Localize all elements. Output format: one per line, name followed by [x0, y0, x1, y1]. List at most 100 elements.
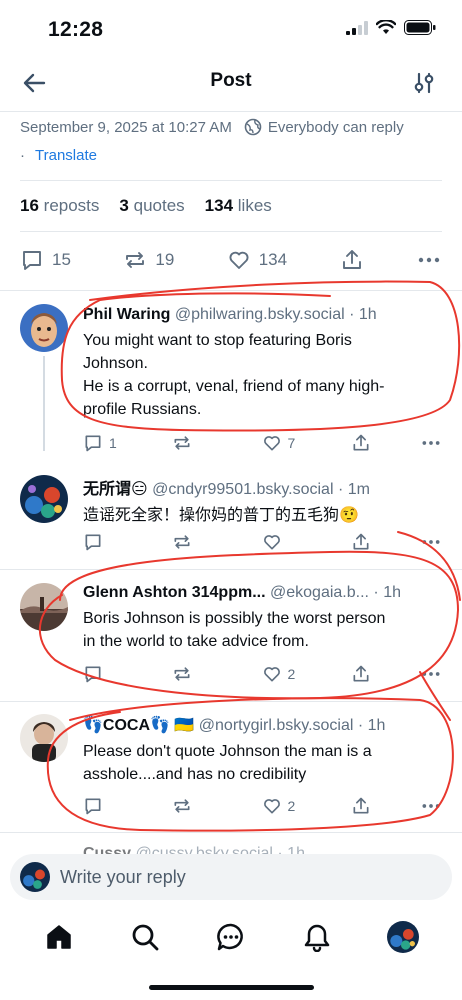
status-time: 12:28 — [48, 18, 104, 41]
reply-button[interactable]: 15 — [20, 248, 71, 272]
ellipsis-icon[interactable] — [420, 532, 442, 552]
bullet-separator: · — [20, 147, 25, 164]
battery-icon — [404, 20, 436, 35]
share-icon[interactable] — [351, 664, 371, 684]
quotes-stat[interactable]: 3 quotes — [119, 196, 184, 216]
tab-search[interactable] — [125, 917, 165, 957]
author-name[interactable]: Glenn Ashton 314ppm... — [83, 584, 266, 601]
tab-notifications[interactable] — [297, 917, 337, 957]
reply-composer[interactable]: Write your reply — [10, 854, 452, 900]
reply-button[interactable] — [83, 532, 123, 552]
repost-icon — [174, 667, 190, 681]
avatar[interactable] — [20, 304, 68, 352]
heart-icon — [263, 667, 280, 682]
reply-button[interactable]: 1 — [83, 433, 123, 453]
nav-divider — [0, 111, 462, 112]
author-handle[interactable]: @nortygirl.bsky.social · 1h — [199, 717, 386, 734]
reply-text: 造谣死全家！操你妈的普丁的五毛狗🤨 — [83, 507, 359, 524]
ellipsis-icon[interactable] — [420, 796, 442, 816]
reply-divider — [0, 569, 462, 570]
share-icon[interactable] — [351, 796, 371, 816]
ellipsis-icon[interactable] — [420, 433, 442, 453]
repost-icon — [174, 436, 190, 450]
globe-icon — [244, 118, 262, 136]
tab-chat[interactable] — [211, 917, 251, 957]
avatar[interactable] — [20, 583, 68, 631]
reply-input[interactable]: Write your reply — [60, 867, 186, 888]
avatar — [20, 862, 50, 892]
reply-button[interactable] — [83, 796, 123, 816]
author-handle[interactable]: @philwaring.bsky.social · 1h — [175, 306, 377, 323]
translate-link[interactable]: Translate — [35, 147, 97, 164]
heart-icon — [263, 436, 280, 451]
repost-icon — [174, 799, 190, 813]
repost-icon — [126, 252, 145, 268]
share-icon[interactable] — [351, 532, 371, 552]
like-button[interactable]: 2 — [262, 796, 302, 816]
reply-body[interactable]: Glenn Ashton 314ppm... @ekogaia.b... · 1… — [83, 584, 448, 653]
speech-bubble-icon — [85, 666, 101, 683]
reply-body[interactable]: 无所谓😑 @cndyr99501.bsky.social · 1m 造谣死全家！… — [83, 475, 448, 527]
reply-permission[interactable]: Everybody can reply — [268, 119, 404, 136]
share-icon[interactable] — [340, 248, 364, 272]
tab-profile[interactable] — [383, 917, 423, 957]
repost-button[interactable] — [172, 796, 212, 816]
post-stats: 16 reposts 3 quotes 134 likes — [20, 196, 272, 216]
reply-text: Please don't quote Johnson the man is a … — [83, 743, 372, 783]
avatar[interactable] — [20, 475, 68, 523]
likes-stat[interactable]: 134 likes — [205, 196, 272, 216]
repost-button[interactable] — [172, 433, 212, 453]
like-button[interactable]: 134 — [227, 248, 287, 272]
heart-icon — [229, 251, 249, 269]
like-button[interactable]: 2 — [262, 664, 302, 684]
speech-bubble-icon — [23, 251, 41, 270]
author-name[interactable]: 无所谓😑 — [83, 481, 148, 498]
reply-count: 15 — [52, 250, 71, 269]
repost-button[interactable] — [172, 532, 212, 552]
repost-button[interactable]: 19 — [123, 248, 174, 272]
signal-icon — [346, 20, 368, 35]
top-nav: Post — [0, 58, 462, 108]
bell-icon — [304, 924, 330, 952]
reply-body[interactable]: 👣COCA👣 🇺🇦 @nortygirl.bsky.social · 1h Pl… — [83, 715, 448, 786]
reply-body[interactable]: Phil Waring @philwaring.bsky.social · 1h… — [83, 306, 448, 421]
home-indicator — [149, 985, 314, 990]
status-bar: 12:28 — [0, 0, 462, 58]
reply-text: You might want to stop featuring Boris J… — [83, 332, 385, 418]
like-count: 2 — [287, 798, 296, 814]
author-name[interactable]: 👣COCA👣 🇺🇦 — [83, 717, 194, 734]
thread-line — [43, 356, 45, 451]
reply-actions: 2 — [83, 795, 442, 817]
search-icon — [132, 924, 159, 951]
post-actions: 15 19 134 — [20, 246, 442, 274]
reply-actions — [83, 531, 442, 553]
meta-divider — [20, 180, 442, 181]
author-handle[interactable]: @cndyr99501.bsky.social · 1m — [152, 481, 370, 498]
ellipsis-icon[interactable] — [420, 664, 442, 684]
author-handle[interactable]: @ekogaia.b... · 1h — [270, 584, 401, 601]
page-title: Post — [210, 70, 252, 91]
reply-text: Boris Johnson is possibly the worst pers… — [83, 610, 386, 650]
share-icon[interactable] — [351, 433, 371, 453]
repost-count: 19 — [155, 250, 175, 269]
status-icons — [346, 20, 436, 35]
reply-header: 无所谓😑 @cndyr99501.bsky.social · 1m — [83, 475, 448, 499]
heart-icon — [263, 535, 280, 550]
actions-divider — [0, 290, 462, 291]
like-button[interactable] — [262, 532, 302, 552]
author-name[interactable]: Phil Waring — [83, 306, 170, 323]
tab-home[interactable] — [39, 917, 79, 957]
speech-bubble-icon — [85, 798, 101, 815]
repost-button[interactable] — [172, 664, 212, 684]
speech-bubble-icon — [85, 534, 101, 551]
reply-button[interactable] — [83, 664, 123, 684]
stats-divider — [20, 231, 442, 232]
reposts-stat[interactable]: 16 reposts — [20, 196, 99, 216]
like-button[interactable]: 7 — [262, 433, 302, 453]
sliders-icon[interactable] — [412, 68, 436, 98]
ellipsis-icon[interactable] — [416, 248, 442, 272]
avatar[interactable] — [20, 714, 68, 762]
reply-divider — [0, 832, 462, 833]
speech-bubble-icon — [85, 435, 101, 452]
wifi-icon — [376, 20, 396, 34]
